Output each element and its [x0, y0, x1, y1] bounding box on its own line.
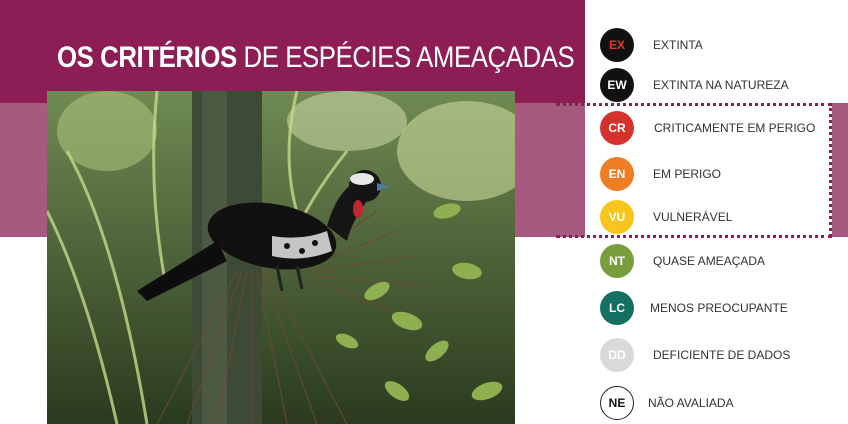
category-extinta-na-natureza: EW EXTINTA NA NATUREZA: [600, 68, 789, 102]
category-badge: EN: [600, 157, 634, 191]
category-quase-ameacada: NT QUASE AMEAÇADA: [600, 244, 765, 278]
highlight-band-right: [832, 103, 848, 237]
category-nao-avaliada: NE NÃO AVALIADA: [600, 386, 734, 420]
category-label: CRITICAMENTE EM PERIGO: [654, 121, 816, 135]
category-label: MENOS PREOCUPANTE: [650, 301, 788, 315]
category-criticamente-em-perigo: CR CRITICAMENTE EM PERIGO: [600, 111, 815, 145]
category-extinta: EX EXTINTA: [600, 28, 703, 62]
title-bold: OS CRITÉRIOS: [57, 41, 237, 74]
category-label: EM PERIGO: [653, 167, 722, 181]
category-badge: EW: [600, 68, 634, 102]
category-badge: CR: [600, 111, 634, 145]
threatened-frame-side: [829, 103, 832, 237]
category-em-perigo: EN EM PERIGO: [600, 157, 721, 191]
bird-photo: [47, 91, 515, 424]
category-label: DEFICIENTE DE DADOS: [653, 348, 791, 362]
category-label: NÃO AVALIADA: [648, 396, 734, 410]
category-label: QUASE AMEAÇADA: [653, 254, 766, 268]
category-badge: VU: [600, 200, 634, 234]
page-title: OS CRITÉRIOS DE ESPÉCIES AMEAÇADAS: [57, 41, 575, 75]
category-label: EXTINTA NA NATUREZA: [653, 78, 789, 92]
bird-photo-illustration: [47, 91, 515, 424]
category-badge: NT: [600, 244, 634, 278]
category-menos-preocupante: LC MENOS PREOCUPANTE: [600, 291, 788, 325]
category-badge: DD: [600, 338, 634, 372]
category-label: EXTINTA: [653, 38, 703, 52]
title-rest: DE ESPÉCIES AMEAÇADAS: [243, 41, 575, 74]
category-badge: LC: [600, 291, 634, 325]
category-badge: NE: [600, 386, 634, 420]
category-vulneravel: VU VULNERÁVEL: [600, 200, 732, 234]
threatened-frame-top: [556, 103, 832, 106]
category-badge: EX: [600, 28, 634, 62]
threatened-frame-bottom: [556, 235, 832, 238]
category-label: VULNERÁVEL: [653, 210, 733, 224]
category-deficiente-de-dados: DD DEFICIENTE DE DADOS: [600, 338, 790, 372]
